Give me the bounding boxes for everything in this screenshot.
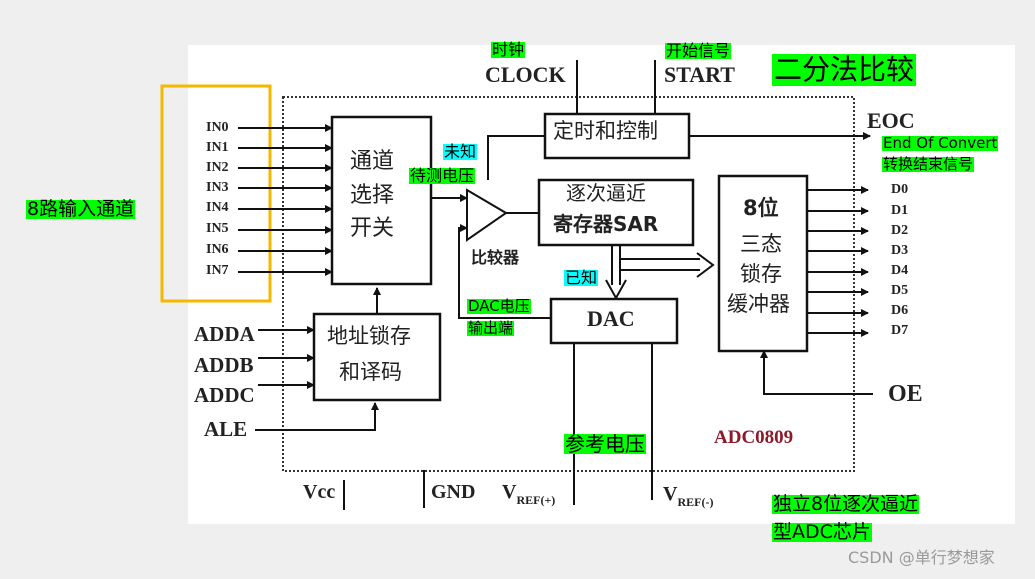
output-label: D6	[891, 303, 909, 318]
input-label: IN3	[206, 180, 229, 195]
title-annotation: 二分法比较	[772, 53, 917, 86]
watermark: CSDN @单行梦想家	[848, 548, 995, 567]
output-label: D0	[891, 182, 909, 197]
eoc-label: EOC	[867, 108, 915, 133]
clock-label: CLOCK	[485, 62, 566, 87]
address-pin-label: ADDB	[194, 353, 254, 377]
known-annotation: 已知	[564, 268, 599, 287]
start-note: 开始信号	[665, 41, 732, 60]
dac-output-annotation-1: DAC电压	[467, 297, 531, 315]
ale-line	[255, 402, 379, 431]
input-label: IN4	[206, 200, 229, 215]
mux-label-1: 通道	[350, 149, 395, 174]
timing-control-label: 定时和控制	[553, 119, 658, 143]
oe-label: OE	[888, 381, 923, 407]
output-label: D1	[891, 203, 909, 218]
input-lines	[238, 124, 333, 276]
gnd-label: GND	[431, 481, 476, 503]
reference-voltage-annotation: 参考电压	[564, 432, 646, 456]
mux-label-3: 开关	[350, 216, 395, 241]
vcc-label: Vcc	[303, 481, 336, 503]
output-lines	[807, 186, 869, 337]
input-label: IN6	[206, 242, 229, 257]
vref-plus-label: VREF(+)	[502, 482, 555, 506]
latch-label-4: 缓冲器	[727, 292, 790, 316]
comparator-label: 比较器	[471, 248, 520, 267]
input-label: IN1	[206, 140, 229, 155]
decoder-label-2: 和译码	[339, 360, 402, 384]
vref-minus-label: VREF(-)	[663, 484, 713, 508]
mux-label-2: 选择	[350, 183, 395, 208]
input-label: IN0	[206, 120, 229, 135]
output-label: D7	[891, 323, 909, 338]
eoc-note-zh: 转换结束信号	[882, 155, 975, 173]
start-label: START	[664, 62, 735, 87]
vref-minus-main: V	[663, 483, 678, 505]
input-label: IN2	[206, 160, 229, 175]
output-label: D3	[891, 243, 909, 258]
vref-minus-sub: REF(-)	[677, 495, 714, 509]
address-pin-label: ADDC	[194, 383, 255, 407]
chip-name: ADC0809	[714, 427, 794, 448]
chip-description-1: 独立8位逐次逼近	[772, 493, 920, 515]
input-label: IN5	[206, 221, 229, 236]
output-label: D2	[891, 223, 909, 238]
sar-label-1: 逐次逼近	[566, 181, 646, 205]
unknown-annotation: 未知	[443, 142, 478, 161]
latch-label-1: 8位	[743, 196, 779, 220]
sar-to-dac-bus	[605, 245, 627, 301]
input-label: IN7	[206, 263, 229, 278]
dac-output-annotation-2: 输出端	[467, 319, 515, 337]
oe-line	[760, 350, 873, 395]
sar-label-2: 寄存器SAR	[553, 212, 659, 236]
decoder-label-1: 地址锁存	[327, 324, 411, 348]
comparator-symbol	[466, 188, 508, 242]
latch-label-2: 三态	[740, 232, 782, 256]
input-channels-annotation: 8路输入通道	[26, 198, 136, 220]
address-pin-label: ALE	[204, 417, 248, 441]
sar-to-latch-bus	[620, 252, 715, 278]
measured-voltage-annotation: 待测电压	[409, 166, 476, 185]
output-label: D4	[891, 263, 909, 278]
clock-note: 时钟	[491, 40, 526, 59]
chip-description-2: 型ADC芯片	[772, 521, 872, 543]
timing-to-comparator-line	[487, 135, 545, 180]
latch-label-3: 锁存	[740, 262, 782, 286]
output-label: D5	[891, 283, 909, 298]
eoc-note-en: End Of Convert	[882, 134, 999, 152]
vref-plus-main: V	[502, 481, 517, 503]
address-pin-label: ADDA	[194, 322, 255, 346]
dac-label: DAC	[587, 306, 635, 331]
address-lines	[258, 326, 315, 389]
vref-plus-sub: REF(+)	[516, 493, 556, 507]
